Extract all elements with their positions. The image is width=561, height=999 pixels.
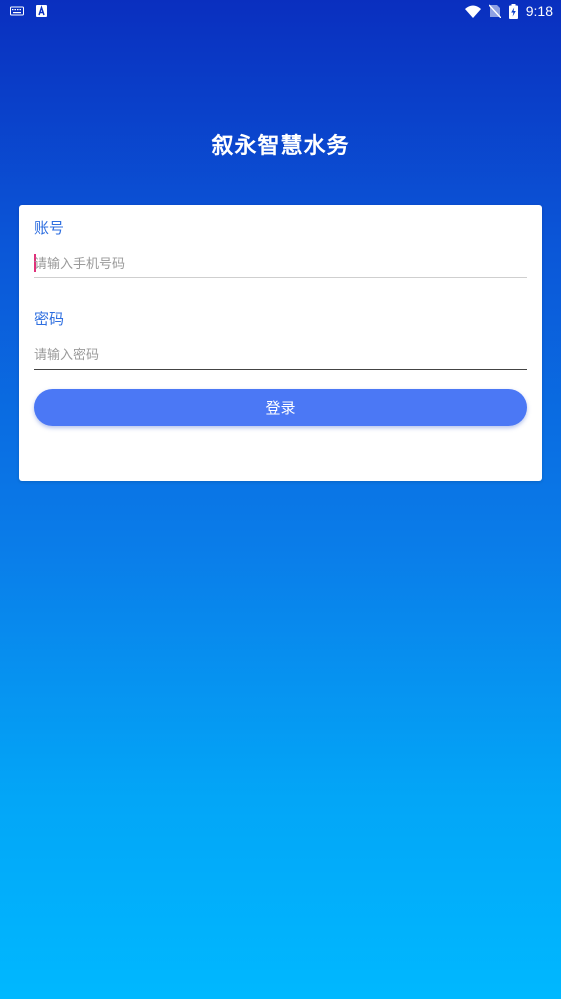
status-left-icons bbox=[10, 5, 47, 17]
account-underline bbox=[34, 277, 527, 278]
status-bar: 9:18 bbox=[0, 0, 561, 24]
wifi-icon bbox=[464, 5, 481, 18]
keyboard-icon bbox=[10, 6, 24, 16]
account-label: 账号 bbox=[34, 219, 65, 237]
no-sim-icon bbox=[488, 4, 501, 18]
login-button[interactable]: 登录 bbox=[34, 389, 527, 426]
app-title: 叙永智慧水务 bbox=[211, 134, 350, 159]
account-input[interactable] bbox=[34, 250, 527, 278]
password-input[interactable] bbox=[34, 341, 527, 369]
status-time: 9:18 bbox=[525, 3, 553, 19]
login-card: 账号 密码 登录 bbox=[19, 205, 542, 481]
a-badge-icon bbox=[36, 5, 47, 17]
status-right-icons: 9:18 bbox=[464, 3, 553, 19]
battery-charging-icon bbox=[508, 3, 518, 19]
password-label: 密码 bbox=[34, 310, 65, 328]
password-underline bbox=[34, 369, 527, 370]
